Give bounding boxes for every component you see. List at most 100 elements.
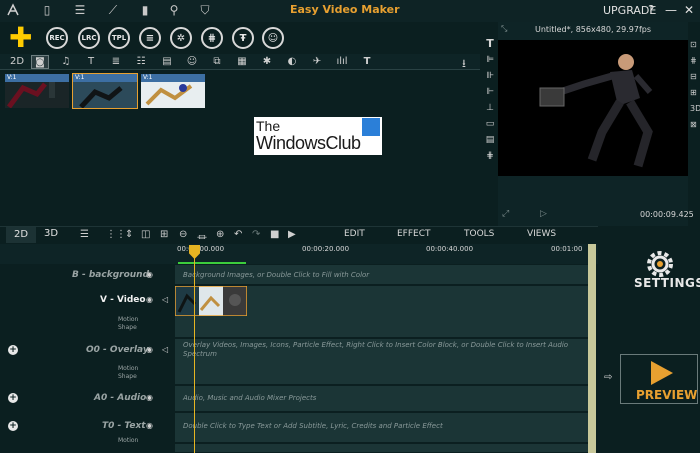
ripple-icon[interactable]: ⏛ [197,229,207,244]
rec-button[interactable]: REC [46,27,68,49]
tab-3d[interactable]: 3D [44,228,58,239]
list-icon[interactable]: ☰ [73,3,87,17]
zoom-in-icon[interactable]: ⊕ [216,229,224,240]
grid-icon[interactable]: ⋕ [484,150,496,162]
add-button[interactable]: ✚ [9,24,32,52]
eye-icon[interactable]: ◉ [146,393,153,402]
transition-icon[interactable]: ⧉ [208,55,226,69]
lrc-button[interactable]: LRC [78,27,100,49]
redo-icon[interactable]: ↷ [252,229,260,240]
minimize-button[interactable]: — [665,3,677,17]
preview-play-icon[interactable]: ▷ [540,209,547,219]
media-thumb[interactable]: V:1 [141,74,205,108]
track-name: B - background [72,270,150,280]
menu-views[interactable]: VIEWS [527,229,556,239]
track-sub-label[interactable]: Shape [118,373,137,380]
track-sub-label[interactable]: Motion [118,316,138,323]
eye-icon[interactable]: ◉ [146,270,153,279]
fit-icon[interactable]: ⊡ [690,40,700,49]
snap-icon[interactable]: ⊞ [160,229,168,240]
menu-tools[interactable]: TOOLS [464,229,494,239]
tab-2d[interactable]: 2D [6,227,36,243]
eye-icon[interactable]: ◉ [146,345,153,354]
timeline-scrollbar[interactable] [588,244,596,453]
list-icon[interactable]: ☷ [132,55,150,69]
grid-icon[interactable]: ⋮⋮ [106,229,126,240]
text-icon[interactable]: T [484,38,496,50]
watermark-logo: The WindowsClub [254,117,382,155]
stop-icon[interactable]: ■ [270,229,279,240]
user-button[interactable]: ☺ [262,27,284,49]
tab-2d-media[interactable]: 2D [8,55,26,69]
eye-icon[interactable]: ◉ [146,421,153,430]
3d-icon[interactable]: 3D [690,104,700,113]
align-right-icon[interactable]: ⊩ [484,86,496,98]
music-icon[interactable]: ♫ [57,55,75,69]
list-button[interactable]: ≡ [139,27,161,49]
align-bottom-icon[interactable]: ⊥ [484,102,496,114]
audio-spectrum-icon[interactable]: ılıl [333,55,351,69]
eye-icon[interactable]: ◉ [146,295,153,304]
media-library [0,70,480,222]
color-icon[interactable]: ◐ [283,55,301,69]
menu-effect[interactable]: EFFECT [397,229,431,239]
track-name: A0 - Audio [94,393,147,403]
video-clip[interactable] [174,285,248,317]
split-icon[interactable]: ⇕ [125,229,133,240]
add-track-button[interactable]: + [8,345,18,355]
lock-icon[interactable]: ⊟ [690,72,700,81]
grid-button[interactable]: ⋕ [201,27,223,49]
media-thumb[interactable]: V:1 [72,73,138,109]
track-sub-label[interactable]: Motion [118,437,138,444]
close-button[interactable]: ✕ [684,3,694,17]
text-tool-button[interactable]: Ŧ [232,27,254,49]
play-icon[interactable]: ▶ [288,229,296,240]
frame-icon[interactable]: ▭ [484,118,496,130]
layer-icon[interactable]: ⊞ [690,88,700,97]
fullscreen-icon[interactable]: ⤢ [502,209,509,219]
tracks-icon[interactable]: ☰ [80,229,89,240]
ruler-label: 00:01:00 [551,245,583,253]
app-logo-icon [6,3,20,17]
media-thumb[interactable]: V:1 [5,74,69,108]
door-icon[interactable]: ▮ [138,3,152,17]
track-hint: Audio, Music and Audio Mixer Projects [183,394,317,402]
align-center-icon[interactable]: ⊪ [484,70,496,82]
track-sub-label[interactable]: Shape [118,324,137,331]
pen-icon[interactable]: ⟋ [106,3,120,17]
menu-edit[interactable]: EDIT [344,229,365,239]
caption-icon[interactable]: ▤ [484,134,496,146]
search-icon[interactable]: ⚲ [167,3,181,17]
speaker-icon[interactable]: ◁ [162,295,168,304]
mask-icon[interactable]: ⊠ [690,120,700,129]
zoom-out-icon[interactable]: ⊖ [179,229,187,240]
pin-icon[interactable]: ✈ [308,55,326,69]
undo-icon[interactable]: ↶ [234,229,242,240]
text-icon[interactable]: T [82,55,100,69]
align-left-icon[interactable]: ⊫ [484,54,496,66]
playhead-line [194,258,195,453]
camera-icon[interactable]: ◙ [31,55,49,69]
gear-flower-button[interactable]: ✲ [170,27,192,49]
crop-icon[interactable]: ⋕ [690,56,700,65]
subtitle-icon[interactable]: ≣ [107,55,125,69]
font-icon[interactable]: T [358,55,376,69]
add-track-button[interactable]: + [8,393,18,403]
layers-icon[interactable]: ▤ [158,55,176,69]
tpl-button[interactable]: TPL [108,27,130,49]
preview-title: Untitled*, 856x480, 29.97fps [534,25,652,34]
speaker-icon[interactable]: ◁ [162,345,168,354]
shirt-icon[interactable]: ⛉ [198,3,212,17]
filmstrip-icon[interactable]: ▦ [233,55,251,69]
select-icon[interactable]: ◫ [141,229,150,240]
timeline-ruler[interactable] [0,244,598,264]
track-lane[interactable] [175,444,590,453]
smiley-icon[interactable]: ☺ [183,55,201,69]
track-sub-label[interactable]: Motion [118,365,138,372]
book-icon[interactable]: ▯ [40,3,54,17]
add-track-button[interactable]: + [8,421,18,431]
preview-screen[interactable] [498,40,688,176]
settings-button[interactable]: SETTINGS [634,276,700,290]
help-button[interactable]: ? [648,3,654,17]
particle-icon[interactable]: ✱ [258,55,276,69]
